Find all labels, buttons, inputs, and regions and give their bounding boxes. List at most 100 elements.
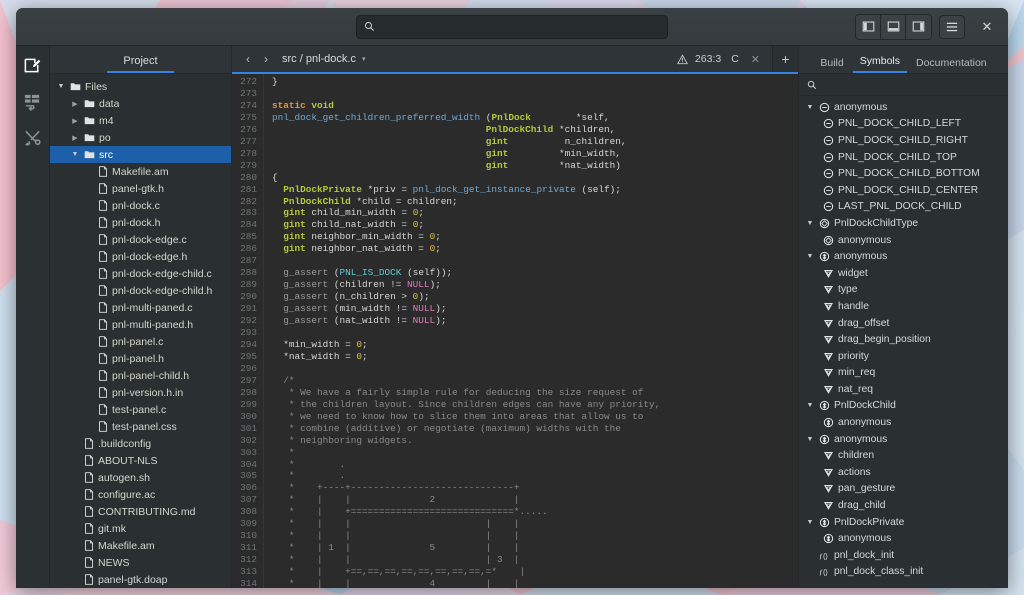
tree-file-row[interactable]: test-panel.css [50, 418, 231, 435]
tree-folder-row[interactable]: ▶po [50, 129, 231, 146]
tree-file-row[interactable]: test-panel.c [50, 401, 231, 418]
source-code-text[interactable]: } static voidpnl_dock_get_children_prefe… [264, 74, 798, 588]
symbol-row[interactable]: ▼anonymous [799, 431, 1008, 448]
tree-file-row[interactable]: Makefile.am [50, 537, 231, 554]
code-line[interactable]: * | | | 3 | [272, 554, 798, 566]
symbol-row[interactable]: nat_req [799, 381, 1008, 398]
tree-file-row[interactable]: pnl-panel.h [50, 350, 231, 367]
code-line[interactable]: *min_width = 0; [272, 339, 798, 351]
chevron-down-icon[interactable]: ▼ [805, 519, 815, 526]
symbol-row[interactable]: ▼anonymous [799, 248, 1008, 265]
search-input[interactable] [381, 21, 660, 33]
tree-file-row[interactable]: autogen.sh [50, 469, 231, 486]
code-line[interactable]: * | +==,==,==,==,==,==,==,==,=* | [272, 566, 798, 578]
code-line[interactable]: * . [272, 470, 798, 482]
tools-perspective-icon[interactable] [22, 126, 44, 148]
symbol-row[interactable]: ▼PnlDockChild [799, 398, 1008, 415]
tree-file-row[interactable]: pnl-multi-paned.h [50, 316, 231, 333]
nav-forward-icon[interactable]: › [258, 52, 274, 66]
symbol-row[interactable]: PNL_DOCK_CHILD_LEFT [799, 116, 1008, 133]
code-line[interactable]: gint child_nat_width = 0; [272, 219, 798, 231]
tab-symbols[interactable]: Symbols [853, 52, 907, 73]
chevron-down-icon[interactable]: ▼ [70, 151, 80, 158]
symbol-row[interactable]: drag_offset [799, 315, 1008, 332]
code-line[interactable]: * | 1 | 5 | | [272, 542, 798, 554]
tab-project[interactable]: Project [107, 52, 173, 73]
chevron-down-icon[interactable]: ▾ [362, 55, 366, 63]
tab-build[interactable]: Build [813, 54, 850, 73]
code-line[interactable]: * | +=============================*..... [272, 506, 798, 518]
window-close-button[interactable]: ✕ [974, 15, 1000, 39]
code-line[interactable]: * the children layout. Since children ed… [272, 399, 798, 411]
code-line[interactable]: g_assert (PNL_IS_DOCK (self)); [272, 267, 798, 279]
tree-folder-row[interactable]: ▼src [50, 146, 231, 163]
code-line[interactable]: * | | 2 | [272, 494, 798, 506]
symbol-row[interactable]: pan_gesture [799, 481, 1008, 498]
symbol-search-box[interactable] [799, 74, 1008, 96]
tree-folder-row[interactable]: ▶data [50, 95, 231, 112]
code-line[interactable]: * . [272, 459, 798, 471]
code-line[interactable]: gint n_children, [272, 136, 798, 148]
language-selector[interactable]: C [731, 53, 739, 65]
close-tab-button[interactable]: ✕ [751, 53, 760, 66]
symbol-row[interactable]: LAST_PNL_DOCK_CHILD [799, 199, 1008, 216]
chevron-right-icon[interactable]: ▶ [70, 134, 80, 142]
code-view[interactable]: 2722732742752762772782792802812822832842… [232, 74, 798, 588]
tree-file-row[interactable]: pnl-panel.c [50, 333, 231, 350]
code-line[interactable]: * We have a fairly simple rule for deduc… [272, 387, 798, 399]
chevron-right-icon[interactable]: ▶ [70, 100, 80, 108]
symbol-row[interactable]: actions [799, 464, 1008, 481]
main-menu-button[interactable] [939, 15, 965, 39]
code-line[interactable]: /* [272, 375, 798, 387]
symbol-row[interactable]: drag_begin_position [799, 331, 1008, 348]
code-line[interactable] [272, 255, 798, 267]
tree-file-row[interactable]: configure.ac [50, 486, 231, 503]
symbol-row[interactable]: children [799, 447, 1008, 464]
build-perspective-icon[interactable] [22, 90, 44, 112]
tree-file-row[interactable]: panel-gtk.doap [50, 571, 231, 588]
symbol-row[interactable]: widget [799, 265, 1008, 282]
code-line[interactable] [272, 327, 798, 339]
new-tab-button[interactable]: + [772, 46, 798, 72]
tree-folder-row[interactable]: ▶m4 [50, 112, 231, 129]
tree-file-row[interactable]: pnl-panel-child.h [50, 367, 231, 384]
symbol-row[interactable]: PNL_DOCK_CHILD_RIGHT [799, 132, 1008, 149]
code-line[interactable]: PnlDockChild *child = children; [272, 196, 798, 208]
tab-documentation[interactable]: Documentation [909, 54, 994, 73]
tree-folder-row[interactable]: ▼Files [50, 78, 231, 95]
code-line[interactable]: } [272, 76, 798, 88]
code-line[interactable] [272, 88, 798, 100]
code-line[interactable]: PnlDockPrivate *priv = pnl_dock_get_inst… [272, 184, 798, 196]
symbol-row[interactable]: ƒ()pnl_dock_init [799, 547, 1008, 564]
code-line[interactable]: g_assert (n_children > 0); [272, 291, 798, 303]
code-line[interactable]: * +----+-----------------------------+ [272, 482, 798, 494]
code-line[interactable]: gint neighbor_nat_width = 0; [272, 243, 798, 255]
code-line[interactable]: g_assert (nat_width != NULL); [272, 315, 798, 327]
code-line[interactable]: * | | 4 | | [272, 578, 798, 588]
symbol-row[interactable]: PNL_DOCK_CHILD_CENTER [799, 182, 1008, 199]
tree-file-row[interactable]: pnl-multi-paned.c [50, 299, 231, 316]
tree-file-row[interactable]: panel-gtk.h [50, 180, 231, 197]
symbol-row[interactable]: PNL_DOCK_CHILD_BOTTOM [799, 165, 1008, 182]
symbol-row[interactable]: anonymous [799, 414, 1008, 431]
tree-file-row[interactable]: CONTRIBUTING.md [50, 503, 231, 520]
code-line[interactable]: *nat_width = 0; [272, 351, 798, 363]
code-line[interactable]: static void [272, 100, 798, 112]
symbol-row[interactable]: type [799, 282, 1008, 299]
code-line[interactable]: * [272, 447, 798, 459]
code-line[interactable]: gint neighbor_min_width = 0; [272, 231, 798, 243]
toggle-bottom-panel-button[interactable] [881, 15, 906, 39]
global-search-box[interactable] [356, 15, 668, 39]
toggle-left-panel-button[interactable] [856, 15, 881, 39]
chevron-right-icon[interactable]: ▶ [70, 117, 80, 125]
tree-file-row[interactable]: Makefile.am [50, 163, 231, 180]
code-line[interactable]: gint child_min_width = 0; [272, 207, 798, 219]
tree-file-row[interactable]: pnl-dock.c [50, 197, 231, 214]
code-line[interactable]: PnlDockChild *children, [272, 124, 798, 136]
symbol-row[interactable]: ƒ()pnl_dock_class_init [799, 564, 1008, 581]
symbol-search-input[interactable] [822, 79, 1000, 90]
tree-file-row[interactable]: NEWS [50, 554, 231, 571]
tree-file-row[interactable]: pnl-dock-edge-child.c [50, 265, 231, 282]
code-line[interactable]: * combine (additive) or negotiate (maxim… [272, 423, 798, 435]
chevron-down-icon[interactable]: ▼ [805, 104, 815, 111]
